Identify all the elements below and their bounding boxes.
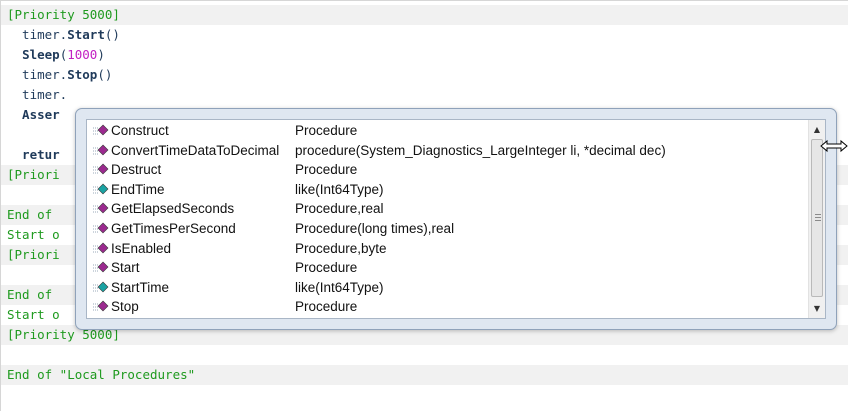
code-token: timer.: [7, 67, 68, 82]
code-token: (): [97, 67, 113, 82]
member-name: ConvertTimeDataToDecimal: [111, 142, 280, 158]
autocomplete-item[interactable]: ConvertTimeDataToDecimal procedure(System…: [87, 141, 809, 161]
method-icon: [93, 144, 109, 156]
code-token: 1000: [67, 47, 98, 62]
code-token: Stop: [67, 67, 98, 82]
property-icon: [93, 183, 109, 195]
code-token: retur: [7, 147, 60, 162]
scroll-down-button[interactable]: ▼: [809, 300, 825, 317]
code-text: Start o: [7, 227, 60, 242]
method-icon: [93, 300, 109, 312]
method-icon: [93, 242, 109, 254]
member-signature: like(Int64Type): [295, 181, 384, 197]
member-signature: Procedure,real: [295, 201, 384, 217]
property-icon: [93, 281, 109, 293]
autocomplete-item[interactable]: IsEnabled Procedure,byte: [87, 239, 809, 259]
member-signature: Procedure,byte: [295, 240, 387, 256]
member-signature: like(Int64Type): [295, 279, 384, 295]
code-token: timer.: [7, 87, 68, 102]
code-line: timer.Stop(): [1, 65, 848, 85]
code-text: [Priori: [7, 167, 60, 182]
member-name: Stop: [111, 299, 139, 315]
member-signature: Procedure: [295, 299, 358, 315]
method-icon: [93, 222, 109, 234]
autocomplete-popup: ▲ ▼ Construct Procedure ConvertTimeDataToD…: [75, 108, 837, 330]
code-line: End of "Local Procedures": [1, 365, 848, 385]
autocomplete-item[interactable]: Start Procedure: [87, 258, 809, 278]
autocomplete-item[interactable]: Construct Procedure: [87, 121, 809, 141]
code-token: Start: [67, 27, 105, 42]
member-name: GetTimesPerSecond: [111, 221, 236, 236]
method-icon: [93, 202, 109, 214]
horizontal-resize-cursor-icon: [820, 139, 848, 153]
member-signature: procedure(System_Diagnostics_LargeIntege…: [295, 142, 666, 158]
member-name: Construct: [111, 123, 169, 138]
autocomplete-item[interactable]: Destruct Procedure: [87, 160, 809, 180]
member-name: StartTime: [111, 279, 170, 295]
code-token: timer.: [7, 27, 68, 42]
member-name: Destruct: [111, 162, 162, 178]
member-name: IsEnabled: [111, 240, 172, 256]
autocomplete-item[interactable]: StartTime like(Int64Type): [87, 278, 809, 298]
autocomplete-item[interactable]: Stop Procedure: [87, 297, 809, 317]
code-line: timer.: [1, 85, 848, 105]
autocomplete-item[interactable]: EndTime like(Int64Type): [87, 180, 809, 200]
autocomplete-list[interactable]: ▲ ▼ Construct Procedure ConvertTimeDataToD…: [86, 119, 826, 319]
grip-icon: [815, 214, 821, 221]
scroll-up-button[interactable]: ▲: [809, 121, 825, 138]
member-signature: Procedure(long times),real: [295, 221, 455, 236]
autocomplete-item[interactable]: GetTimesPerSecond Procedure(long times),r…: [87, 219, 809, 239]
scrollbar-thumb[interactable]: [811, 139, 823, 297]
member-name: EndTime: [111, 181, 165, 197]
code-text: End of "Local Procedures": [7, 367, 196, 382]
code-line: Sleep(1000): [1, 45, 848, 65]
member-name: GetElapsedSeconds: [111, 201, 235, 217]
method-icon: [93, 124, 109, 136]
code-text: [Priority 5000]: [7, 7, 120, 22]
code-text: End of: [7, 287, 60, 302]
member-name: Start: [111, 260, 140, 276]
method-icon: [93, 261, 109, 273]
code-line: timer.Start(): [1, 25, 848, 45]
code-token: ): [97, 47, 105, 62]
member-signature: Procedure: [295, 123, 358, 138]
autocomplete-item[interactable]: GetElapsedSeconds Procedure,real: [87, 199, 809, 219]
code-text: End of: [7, 207, 60, 222]
code-token: Sleep: [22, 47, 60, 62]
code-token: Asser: [7, 107, 60, 122]
member-signature: Procedure: [295, 162, 358, 178]
code-text: [Priori: [7, 247, 60, 262]
method-icon: [93, 163, 109, 175]
code-line: [Priority 5000]: [1, 5, 848, 25]
code-text: Start o: [7, 307, 60, 322]
code-token: (): [104, 27, 120, 42]
member-signature: Procedure: [295, 260, 358, 276]
